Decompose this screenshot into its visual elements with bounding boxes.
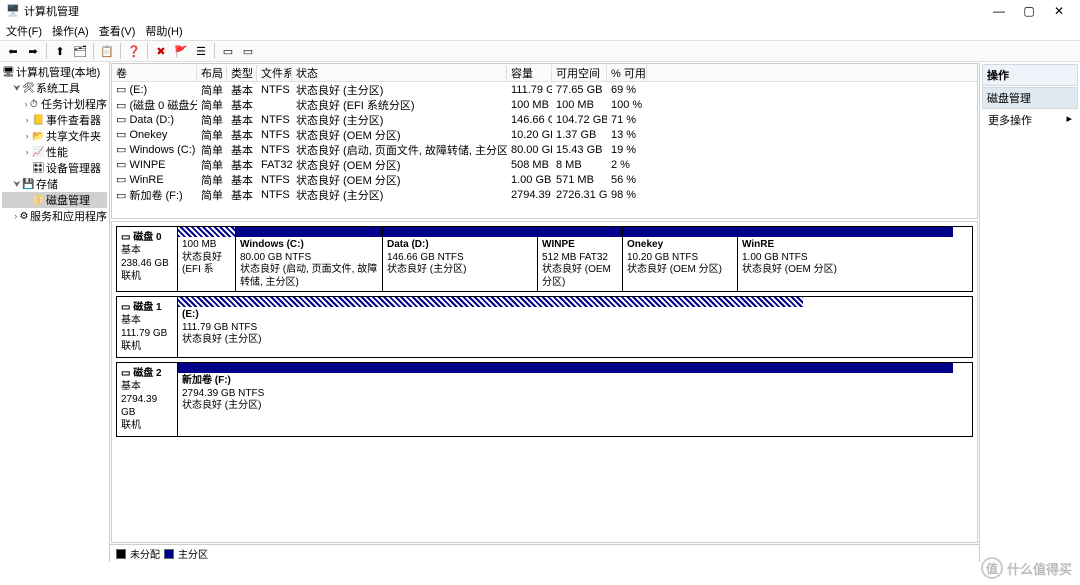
tree-shared[interactable]: ›📂共享文件夹 [2,128,107,144]
tree-diskmgmt[interactable]: 📀磁盘管理 [2,192,107,208]
volume-row[interactable]: ▭ (磁盘 0 磁盘分区 1)简单基本状态良好 (EFI 系统分区)100 MB… [112,97,977,112]
app-icon: 🖥️ [6,4,20,18]
partition[interactable]: Data (D:)146.66 GB NTFS状态良好 (主分区) [383,227,538,291]
partition[interactable]: 新加卷 (F:)2794.39 GB NTFS状态良好 (主分区) [178,363,953,436]
legend: 未分配 主分区 [110,544,979,562]
view-top-button[interactable]: ▭ [219,42,237,60]
partition[interactable]: Windows (C:)80.00 GB NTFS状态良好 (启动, 页面文件,… [236,227,383,291]
close-button[interactable]: ✕ [1044,4,1074,18]
separator [120,43,121,59]
col-status[interactable]: 状态 [292,65,507,81]
help-button[interactable]: ❓ [125,42,143,60]
disk-label[interactable]: ▭ 磁盘 0基本238.46 GB联机 [116,226,178,292]
separator [46,43,47,59]
partition[interactable]: WinRE1.00 GB NTFS状态良好 (OEM 分区) [738,227,953,291]
tree-perf[interactable]: ›📈性能 [2,144,107,160]
volume-row[interactable]: ▭ (E:)简单基本NTFS状态良好 (主分区)111.79 GB77.65 G… [112,82,977,97]
col-free[interactable]: 可用空间 [552,65,607,81]
tree-storage[interactable]: ⮟💾存储 [2,176,107,192]
col-capacity[interactable]: 容量 [507,65,552,81]
list-view-button[interactable]: ☰ [192,42,210,60]
partition[interactable]: WINPE512 MB FAT32状态良好 (OEM 分区) [538,227,623,291]
actions-context: 磁盘管理 [982,87,1078,109]
legend-unalloc-label: 未分配 [130,546,160,561]
up-button[interactable]: ⬆ [51,42,69,60]
col-pct[interactable]: % 可用 [607,65,647,81]
refresh-icon[interactable]: 🚩 [172,42,190,60]
tree-scheduler[interactable]: ›⏱任务计划程序 [2,96,107,112]
legend-primary-label: 主分区 [178,546,208,561]
tree-systools[interactable]: ⮟🛠系统工具 [2,80,107,96]
watermark: 值 什么值得买 [981,557,1072,579]
separator [147,43,148,59]
partition[interactable]: Onekey10.20 GB NTFS状态良好 (OEM 分区) [623,227,738,291]
actions-more[interactable]: 更多操作▸ [982,109,1078,131]
volume-header[interactable]: 卷 布局 类型 文件系统 状态 容量 可用空间 % 可用 [112,64,977,82]
forward-button[interactable]: ➡ [24,42,42,60]
disk-row: ▭ 磁盘 2基本2794.39 GB联机新加卷 (F:)2794.39 GB N… [116,362,973,437]
toolbar: ⬅ ➡ ⬆ 🗂 📋 ❓ ✖ 🚩 ☰ ▭ ▭ [0,40,1080,62]
chevron-right-icon: ▸ [1066,112,1072,128]
properties-button[interactable]: 📋 [98,42,116,60]
menu-help[interactable]: 帮助(H) [145,23,182,39]
separator [214,43,215,59]
col-volume[interactable]: 卷 [112,65,197,81]
volume-row[interactable]: ▭ WinRE简单基本NTFS状态良好 (OEM 分区)1.00 GB571 M… [112,172,977,187]
disk-label[interactable]: ▭ 磁盘 1基本111.79 GB联机 [116,296,178,358]
volume-row[interactable]: ▭ WINPE简单基本FAT32状态良好 (OEM 分区)508 MB8 MB2… [112,157,977,172]
maximize-button[interactable]: ▢ [1014,4,1044,18]
col-type[interactable]: 类型 [227,65,257,81]
delete-icon[interactable]: ✖ [152,42,170,60]
volume-list[interactable]: 卷 布局 类型 文件系统 状态 容量 可用空间 % 可用 ▭ (E:)简单基本N… [111,63,978,219]
col-layout[interactable]: 布局 [197,65,227,81]
minimize-button[interactable]: — [984,4,1014,18]
menubar: 文件(F) 操作(A) 查看(V) 帮助(H) [0,22,1080,40]
disk-row: ▭ 磁盘 1基本111.79 GB联机(E:)111.79 GB NTFS状态良… [116,296,973,358]
tree-services[interactable]: ›⚙服务和应用程序 [2,208,107,224]
tree-root[interactable]: 🖥计算机管理(本地) [2,64,107,80]
col-fs[interactable]: 文件系统 [257,65,292,81]
legend-primary-swatch [164,549,174,559]
actions-header: 操作 [982,64,1078,86]
tree-devmgr[interactable]: 🎛设备管理器 [2,160,107,176]
separator [93,43,94,59]
view-bottom-button[interactable]: ▭ [239,42,257,60]
partition[interactable]: (E:)111.79 GB NTFS状态良好 (主分区) [178,297,803,357]
volume-row[interactable]: ▭ Data (D:)简单基本NTFS状态良好 (主分区)146.66 GB10… [112,112,977,127]
back-button[interactable]: ⬅ [4,42,22,60]
volume-row[interactable]: ▭ 新加卷 (F:)简单基本NTFS状态良好 (主分区)2794.39 GB27… [112,187,977,202]
watermark-text: 什么值得买 [1007,559,1072,578]
titlebar: 🖥️ 计算机管理 — ▢ ✕ [0,0,1080,22]
window-title: 计算机管理 [24,3,984,19]
actions-pane: 操作 磁盘管理 更多操作▸ [980,62,1080,562]
legend-unalloc-swatch [116,549,126,559]
partition[interactable]: 100 MB状态良好 (EFI 系 [178,227,236,291]
disk-row: ▭ 磁盘 0基本238.46 GB联机100 MB状态良好 (EFI 系Wind… [116,226,973,292]
watermark-icon: 值 [981,557,1003,579]
nav-tree[interactable]: 🖥计算机管理(本地) ⮟🛠系统工具 ›⏱任务计划程序 ›📒事件查看器 ›📂共享文… [0,62,110,562]
disk-label[interactable]: ▭ 磁盘 2基本2794.39 GB联机 [116,362,178,437]
tree-eventviewer[interactable]: ›📒事件查看器 [2,112,107,128]
volume-row[interactable]: ▭ Onekey简单基本NTFS状态良好 (OEM 分区)10.20 GB1.3… [112,127,977,142]
menu-view[interactable]: 查看(V) [99,23,136,39]
volume-row[interactable]: ▭ Windows (C:)简单基本NTFS状态良好 (启动, 页面文件, 故障… [112,142,977,157]
show-tree-button[interactable]: 🗂 [71,42,89,60]
menu-file[interactable]: 文件(F) [6,23,42,39]
disk-graph-pane[interactable]: ▭ 磁盘 0基本238.46 GB联机100 MB状态良好 (EFI 系Wind… [111,221,978,543]
menu-action[interactable]: 操作(A) [52,23,89,39]
